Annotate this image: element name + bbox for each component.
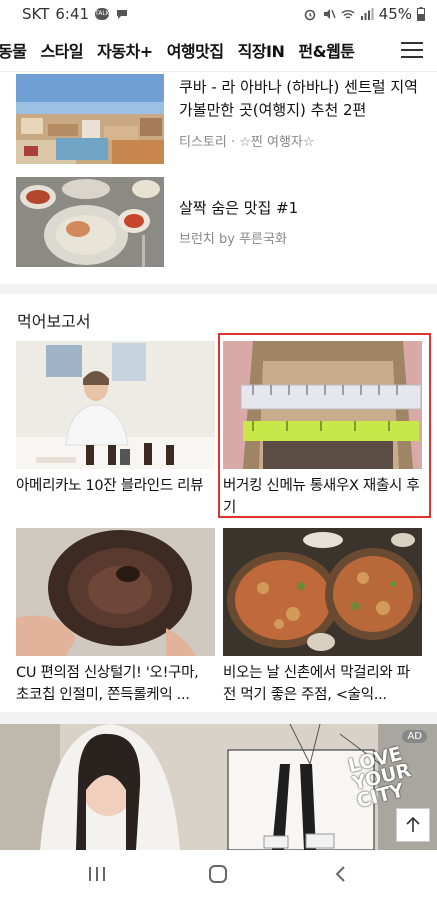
chat-bubble-icon — [117, 10, 128, 19]
card-thumbnail[interactable] — [16, 528, 215, 656]
battery-icon — [417, 7, 425, 21]
carrier-label: SKT — [22, 5, 50, 23]
ad-logo: LOVE YOUR CITY — [345, 742, 413, 813]
card-title[interactable]: 비오는 날 신촌에서 막걸리와 파전 먹기 좋은 주점, <술익... — [223, 662, 422, 706]
tab-style[interactable]: 스타일 — [40, 38, 83, 62]
card-item[interactable]: 버거킹 신메뉴 통새우X 재출시 후기 — [223, 341, 422, 519]
home-icon[interactable] — [207, 864, 229, 884]
article-title[interactable]: 쿠바 - 라 아바나 (하바나) 센트럴 지역 가볼만한 곳(여행지) 추천 2… — [179, 76, 419, 122]
status-bar: SKT 6:41 TALK 45% — [0, 0, 437, 28]
card-title[interactable]: 아메리카노 10잔 블라인드 리뷰 — [16, 475, 215, 497]
scroll-top-button[interactable] — [396, 808, 430, 842]
tab-fun-webtoon[interactable]: 펀&웹툰 — [298, 38, 355, 62]
arrow-up-icon — [406, 816, 420, 832]
back-icon[interactable] — [332, 864, 350, 884]
signal-icon — [360, 8, 374, 20]
ad-badge: AD — [402, 730, 427, 743]
wifi-icon — [341, 10, 355, 19]
ad-banner[interactable]: AD LOVE YOUR CITY — [0, 724, 437, 850]
article-title[interactable]: 살짝 숨은 맛집 #1 — [179, 197, 419, 220]
card-title[interactable]: CU 편의점 신상털기! '오!구마, 초코칩 인절미, 쫀득롤케익 ... — [16, 662, 215, 706]
article-source: 브런치 by 푸른국화 — [179, 232, 287, 247]
article-thumbnail[interactable] — [16, 74, 164, 164]
article-thumbnail[interactable] — [16, 177, 164, 267]
mute-icon — [323, 9, 336, 19]
card-title[interactable]: 버거킹 신메뉴 통새우X 재출시 후기 — [223, 475, 422, 519]
tab-animals[interactable]: 동물 — [0, 38, 27, 62]
article-source: 티스토리 · ☆찐 여행자☆ — [179, 135, 315, 150]
section-divider — [0, 712, 437, 724]
card-item[interactable]: 아메리카노 10잔 블라인드 리뷰 — [16, 341, 215, 497]
card-item[interactable]: 비오는 날 신촌에서 막걸리와 파전 먹기 좋은 주점, <술익... — [223, 528, 422, 706]
list-item[interactable]: 쿠바 - 라 아바나 (하바나) 센트럴 지역 가볼만한 곳(여행지) 추천 2… — [16, 74, 421, 166]
section-title: 먹어보고서 — [17, 312, 91, 331]
battery-label: 45% — [378, 5, 412, 23]
system-navigation-bar — [0, 850, 437, 900]
tab-cars[interactable]: 자동차+ — [97, 38, 153, 62]
clock: 6:41 — [55, 5, 90, 23]
card-thumbnail[interactable] — [223, 341, 422, 469]
alarm-icon — [304, 9, 315, 21]
kakaotalk-icon: TALK — [95, 8, 110, 20]
card-item[interactable]: CU 편의점 신상털기! '오!구마, 초코칩 인절미, 쫀득롤케익 ... — [16, 528, 215, 706]
tab-work[interactable]: 직장IN — [238, 38, 285, 62]
recents-icon[interactable] — [86, 864, 108, 884]
list-item[interactable]: 살짝 숨은 맛집 #1 브런치 by 푸른국화 — [16, 177, 421, 269]
card-thumbnail[interactable] — [223, 528, 422, 656]
category-nav: 동물 스타일 자동차+ 여행맛집 직장IN 펀&웹툰 — [0, 28, 437, 72]
card-thumbnail[interactable] — [16, 341, 215, 469]
menu-icon[interactable] — [401, 42, 423, 58]
section-divider — [0, 284, 437, 294]
talk-badge: TALK — [95, 10, 110, 17]
tab-travel-food[interactable]: 여행맛집 — [167, 38, 224, 62]
